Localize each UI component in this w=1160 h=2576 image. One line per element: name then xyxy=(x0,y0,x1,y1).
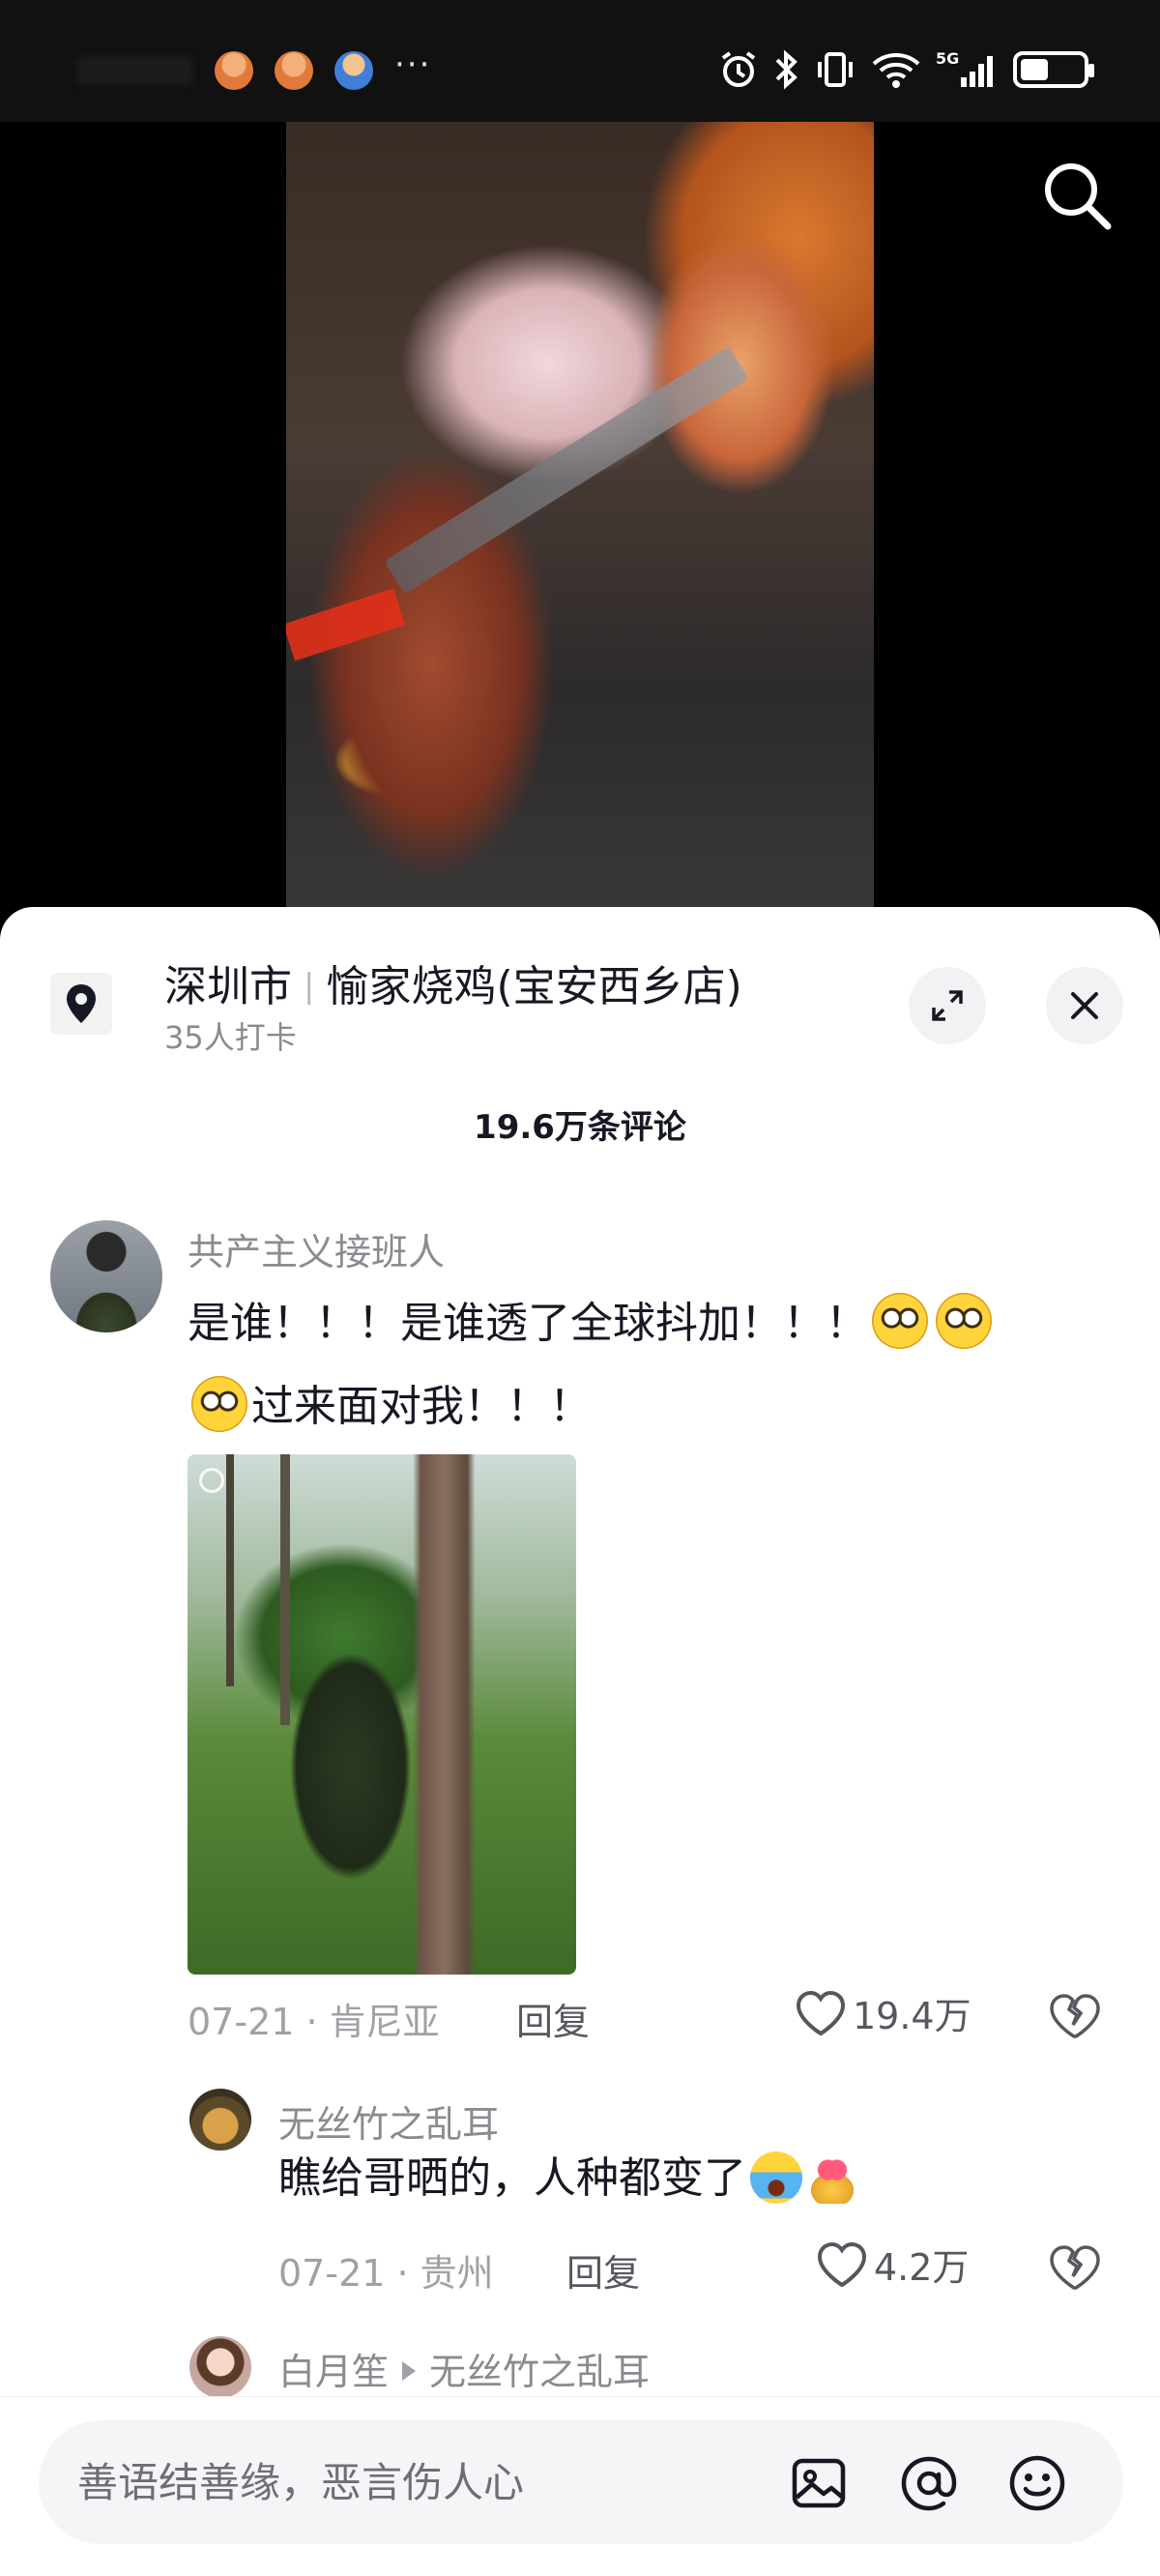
crying-face-emoji-icon xyxy=(750,2152,802,2204)
mention-icon[interactable] xyxy=(899,2453,959,2513)
notification-avatar-icon xyxy=(334,51,373,90)
status-bar-right: 5G xyxy=(717,43,1094,97)
heart-icon xyxy=(817,2241,867,2287)
comment-image[interactable] xyxy=(188,1454,576,1975)
comment-input-container[interactable] xyxy=(39,2420,1123,2544)
status-time-blurred xyxy=(77,56,193,85)
poi-shop-name: 愉家烧鸡(宝安西乡店) xyxy=(326,962,742,1011)
comment-text-line2: 过来面对我！！！ xyxy=(251,1382,592,1431)
dislike-button[interactable] xyxy=(1048,2241,1100,2294)
battery-level-fill xyxy=(1021,59,1048,80)
comment-username-reply-to[interactable]: 白月笙 无丝竹之乱耳 xyxy=(278,2342,650,2395)
avatar[interactable] xyxy=(189,2336,251,2398)
emoji-picker-icon[interactable] xyxy=(1007,2453,1067,2513)
battery-icon xyxy=(1013,51,1094,88)
dazed-face-emoji-icon xyxy=(191,1376,247,1432)
notification-avatar-icon xyxy=(215,51,253,90)
comment-text-line1: 是谁！！！是谁透了全球抖加！！！ xyxy=(188,1299,868,1348)
vibrate-icon xyxy=(818,52,853,87)
poi-checkins: 35人打卡 xyxy=(164,1019,297,1056)
expand-button[interactable] xyxy=(909,967,986,1044)
alarm-icon xyxy=(721,51,756,87)
broken-heart-icon xyxy=(1050,1994,1100,2038)
comment-input[interactable] xyxy=(77,2420,754,2544)
poi-city: 深圳市 xyxy=(164,962,292,1011)
close-button[interactable] xyxy=(1046,967,1123,1044)
photo-tree-trunk xyxy=(226,1454,234,1686)
dazed-face-emoji-icon xyxy=(872,1293,928,1349)
like-button[interactable]: 4.2万 xyxy=(816,2238,969,2291)
bluetooth-icon xyxy=(775,49,798,90)
video-frame-roast-chicken xyxy=(286,122,874,934)
poi-header[interactable]: 深圳市 | 愉家烧鸡(宝安西乡店) 35人打卡 xyxy=(0,946,1160,1056)
close-icon xyxy=(1071,992,1098,1019)
cellular-signal-icon: 5G xyxy=(936,49,993,87)
comment-text: 是谁！！！是谁透了全球抖加！！！ 过来面对我！！！ xyxy=(188,1282,1087,1449)
dislike-button[interactable] xyxy=(1048,1990,1100,2042)
reply-to-arrow-icon xyxy=(402,2361,417,2381)
notification-avatar-icon xyxy=(275,51,313,90)
comment-date-location: 07-21 · 肯尼亚 xyxy=(188,2001,440,2043)
location-pin-icon xyxy=(50,973,112,1035)
more-notifications-icon: ··· xyxy=(394,45,432,84)
wifi-icon xyxy=(872,53,920,88)
svg-text:5G: 5G xyxy=(936,49,959,68)
comment-username: 白月笙 xyxy=(278,2351,390,2393)
broken-heart-icon xyxy=(1050,2245,1100,2290)
expand-icon xyxy=(932,990,963,1021)
reply-button[interactable]: 回复 xyxy=(566,2243,640,2297)
comment-username[interactable]: 共产主义接班人 xyxy=(188,1222,445,1275)
comment-text-body: 瞧给哥晒的，人种都变了 xyxy=(278,2153,746,2203)
like-count: 19.4万 xyxy=(853,1995,972,2037)
comment-count-title: 19.6万条评论 xyxy=(474,1108,686,1147)
photo-tree-trunk xyxy=(280,1454,290,1725)
status-bar-left: ··· xyxy=(77,46,431,95)
dazed-face-emoji-icon xyxy=(936,1293,992,1349)
comment-input-bar xyxy=(0,2396,1160,2576)
poi-separator: | xyxy=(304,967,315,1006)
avatar[interactable] xyxy=(189,2089,251,2151)
comment-text: 瞧给哥晒的，人种都变了 xyxy=(278,2137,1110,2220)
poi-title[interactable]: 深圳市 | 愉家烧鸡(宝安西乡店) xyxy=(164,951,742,1013)
status-bar: ··· 5G xyxy=(0,0,1160,122)
like-count: 4.2万 xyxy=(874,2246,970,2289)
avatar[interactable] xyxy=(50,1220,162,1332)
live-photo-icon xyxy=(199,1468,224,1493)
like-button[interactable]: 19.4万 xyxy=(795,1986,972,2039)
reply-button[interactable]: 回复 xyxy=(516,1992,590,2045)
heart-icon xyxy=(796,1990,846,2035)
reply-to-username: 无丝竹之乱耳 xyxy=(429,2351,651,2393)
search-button[interactable] xyxy=(1036,155,1119,238)
video-player[interactable] xyxy=(0,122,1160,934)
video-red-glove xyxy=(286,588,406,661)
finger-heart-emoji-icon xyxy=(810,2155,855,2204)
comment-sheet: 深圳市 | 愉家烧鸡(宝安西乡店) 35人打卡 19.6万条评论 共产主义接班人 是… xyxy=(0,907,1160,2576)
video-knife xyxy=(384,345,749,595)
search-icon xyxy=(1045,163,1112,230)
comment-date-location: 07-21 · 贵州 xyxy=(278,2252,494,2295)
image-picker-icon[interactable] xyxy=(789,2453,849,2513)
